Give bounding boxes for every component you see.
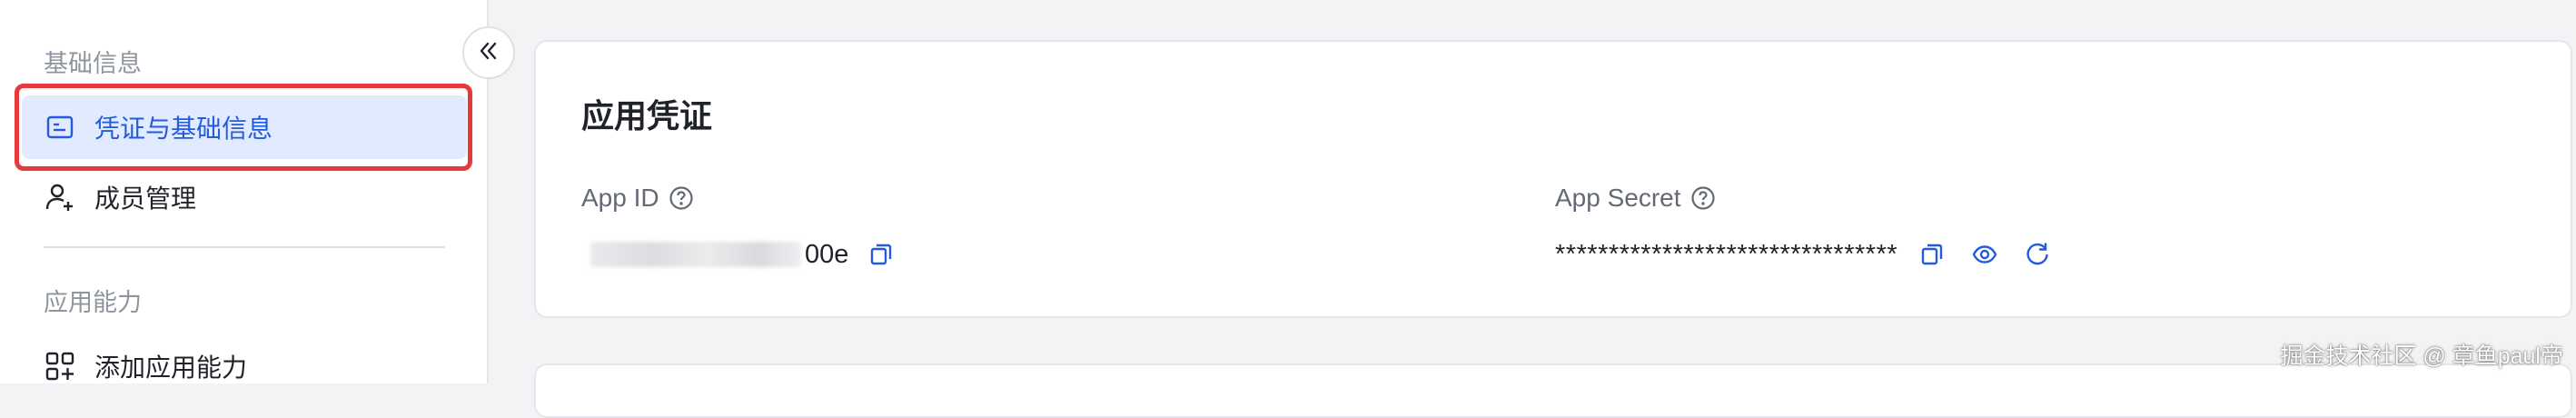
member-add-icon bbox=[44, 181, 76, 214]
refresh-icon[interactable] bbox=[2021, 238, 2054, 271]
watermark-text: 掘金技术社区 @ 章鱼paul帝 bbox=[2280, 343, 2563, 369]
help-icon[interactable] bbox=[1690, 185, 1716, 211]
section-title-capability: 应用能力 bbox=[44, 289, 142, 316]
credentials-card: 应用凭证 App ID 00e App Secret *************… bbox=[534, 40, 2572, 318]
app-secret-value-row: ******************************** bbox=[1555, 238, 2054, 271]
app-secret-label-row: App Secret bbox=[1555, 184, 1716, 213]
sidebar: 基础信息 凭证与基础信息 成员管理 应用能力 添加应用能力 bbox=[0, 0, 489, 383]
sidebar-item-members[interactable]: 成员管理 bbox=[22, 165, 467, 229]
sidebar-divider bbox=[44, 246, 445, 248]
sidebar-item-label: 成员管理 bbox=[94, 184, 197, 213]
next-card bbox=[534, 363, 2572, 418]
sidebar-item-add-capability[interactable]: 添加应用能力 bbox=[22, 334, 467, 398]
help-icon[interactable] bbox=[669, 185, 694, 211]
app-id-value: 00e bbox=[805, 239, 849, 269]
eye-icon[interactable] bbox=[1968, 238, 2001, 271]
collapse-sidebar-button[interactable] bbox=[462, 26, 515, 79]
app-secret-label: App Secret bbox=[1555, 184, 1681, 212]
app-secret-masked-value: ******************************** bbox=[1555, 239, 1898, 269]
sidebar-item-credentials[interactable]: 凭证与基础信息 bbox=[22, 95, 467, 159]
section-title-basic-info: 基础信息 bbox=[44, 50, 142, 77]
sidebar-item-label: 添加应用能力 bbox=[94, 353, 248, 382]
copy-icon[interactable] bbox=[865, 238, 897, 271]
app-id-redacted bbox=[590, 242, 801, 267]
credential-card-icon bbox=[44, 111, 76, 144]
app-id-label-row: App ID bbox=[581, 184, 694, 213]
app-id-label: App ID bbox=[581, 184, 659, 212]
card-title: 应用凭证 bbox=[581, 97, 713, 134]
sidebar-item-label: 凭证与基础信息 bbox=[94, 114, 273, 143]
add-capability-icon bbox=[44, 350, 76, 383]
app-id-value-row: 00e bbox=[581, 238, 897, 271]
double-chevron-left-icon bbox=[477, 39, 500, 67]
copy-icon[interactable] bbox=[1916, 238, 1948, 271]
